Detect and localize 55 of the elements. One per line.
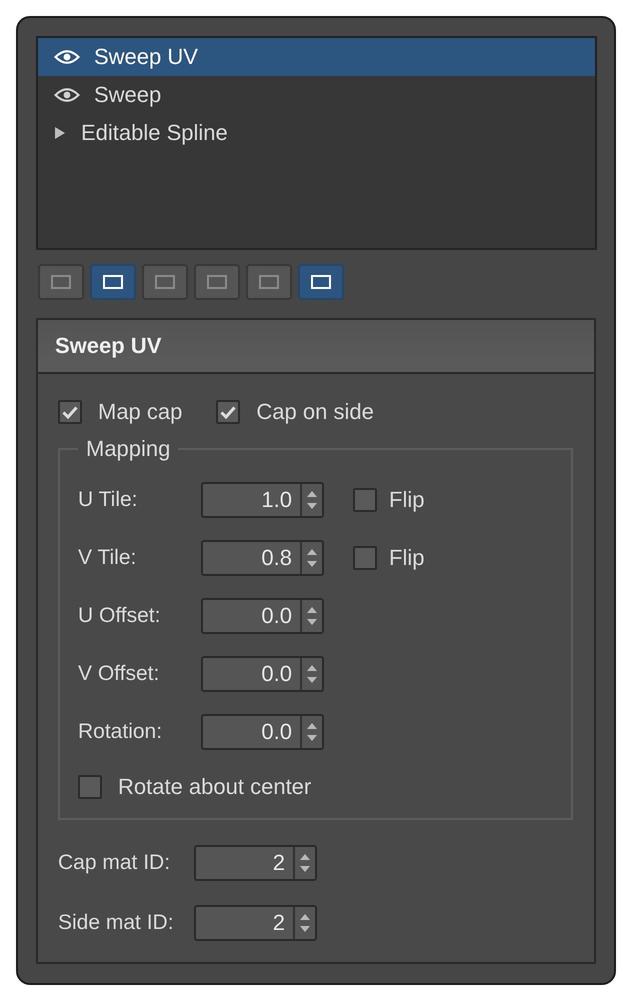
rectangle-icon: [207, 275, 227, 289]
checkbox-label: Flip: [389, 545, 424, 571]
up-arrow-icon[interactable]: [300, 854, 310, 860]
check-icon: [62, 406, 78, 418]
rollout-header[interactable]: Sweep UV: [38, 320, 594, 374]
up-arrow-icon[interactable]: [307, 549, 317, 555]
field-label: Rotation:: [78, 720, 164, 744]
up-arrow-icon[interactable]: [307, 665, 317, 671]
eye-icon[interactable]: [54, 87, 80, 103]
toolbar-button[interactable]: [90, 264, 136, 300]
up-arrow-icon[interactable]: [300, 914, 310, 920]
number-spinner[interactable]: 1.0: [201, 482, 324, 518]
checkbox-label: Map cap: [98, 399, 182, 425]
expander-triangle-icon[interactable]: [55, 127, 65, 139]
number-spinner[interactable]: 0.0: [201, 598, 324, 634]
field-label: Side mat ID:: [58, 911, 175, 935]
checkbox-label: Cap on side: [256, 399, 374, 425]
check-icon: [220, 406, 236, 418]
checkbox[interactable]: [353, 546, 377, 570]
checkbox[interactable]: [78, 775, 102, 799]
stack-item[interactable]: Editable Spline: [38, 114, 595, 152]
rectangle-icon: [103, 275, 123, 289]
stack-item[interactable]: Sweep: [38, 76, 595, 114]
down-arrow-icon[interactable]: [307, 561, 317, 567]
field-label: V Tile:: [78, 546, 138, 570]
checkbox-label: Flip: [389, 487, 424, 513]
number-spinner[interactable]: 2: [194, 905, 317, 941]
number-spinner[interactable]: 0.0: [201, 656, 324, 692]
down-arrow-icon[interactable]: [307, 677, 317, 683]
checkbox-label: Rotate about center: [118, 774, 312, 800]
number-spinner[interactable]: 0.0: [201, 714, 324, 750]
rectangle-icon: [311, 275, 331, 289]
stack-item[interactable]: Sweep UV: [38, 38, 595, 76]
rectangle-icon: [259, 275, 279, 289]
checkbox[interactable]: [58, 400, 82, 424]
rectangle-icon: [155, 275, 175, 289]
down-arrow-icon[interactable]: [307, 503, 317, 509]
down-arrow-icon[interactable]: [300, 926, 310, 932]
field-label: U Offset:: [78, 604, 162, 628]
up-arrow-icon[interactable]: [307, 723, 317, 729]
checkbox[interactable]: [216, 400, 240, 424]
checkbox[interactable]: [353, 488, 377, 512]
number-spinner[interactable]: 0.8: [201, 540, 324, 576]
field-label: Cap mat ID:: [58, 851, 172, 875]
toolbar-button[interactable]: [298, 264, 344, 300]
up-arrow-icon[interactable]: [307, 491, 317, 497]
field-label: U Tile:: [78, 488, 139, 512]
field-label: V Offset:: [78, 662, 160, 686]
rectangle-icon: [51, 275, 71, 289]
group-box-title: Mapping: [85, 436, 172, 462]
up-arrow-icon[interactable]: [307, 607, 317, 613]
down-arrow-icon[interactable]: [307, 735, 317, 741]
down-arrow-icon[interactable]: [307, 619, 317, 625]
number-spinner[interactable]: 2: [194, 845, 317, 881]
down-arrow-icon[interactable]: [300, 866, 310, 872]
